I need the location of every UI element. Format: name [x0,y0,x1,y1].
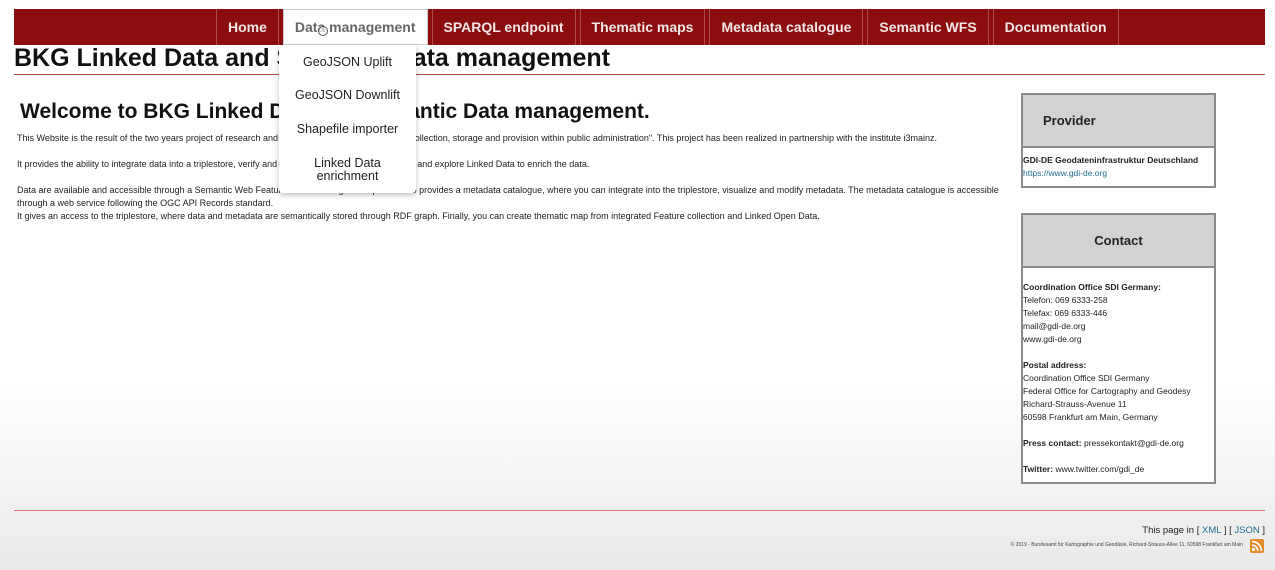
press-label: Press contact: [1023,438,1082,448]
menu-item-geojson-uplift[interactable]: GeoJSON Uplift [279,56,416,69]
press-value[interactable]: pressekontakt@gdi-de.org [1084,438,1184,448]
email-text[interactable]: mail@gdi-de.org [1023,320,1214,333]
nav-item-data-management[interactable]: Data management [282,9,428,45]
format-links: This page in [ XML ] [ JSON ] [1142,525,1265,536]
twitter-value[interactable]: www.twitter.com/gdi_de [1055,464,1144,474]
menu-item-linked-data-enrichment[interactable]: Linked Data enrichment [279,157,416,183]
nav-item-documentation[interactable]: Documentation [992,9,1119,45]
provider-heading: Provider [1023,95,1214,148]
format-bracket: ] [1262,525,1265,536]
triplestore-paragraph: It gives an access to the triplestore, w… [17,211,820,221]
intro-paragraph: This Website is the result of the two ye… [17,133,938,143]
xml-link[interactable]: XML [1202,525,1221,536]
menu-item-geojson-downlift[interactable]: GeoJSON Downlift [279,89,416,102]
json-link[interactable]: JSON [1234,525,1259,536]
provider-link[interactable]: https://www.gdi-de.org [1023,168,1107,178]
menu-item-shapefile-importer[interactable]: Shapefile importer [279,123,416,136]
nav-item-semantic-wfs[interactable]: Semantic WFS [867,9,989,45]
postal-line: Coordination Office SDI Germany [1023,373,1150,383]
provider-box: Provider GDI-DE Geodateninfrastruktur De… [1021,93,1216,188]
title-divider [14,74,1265,75]
top-navigation-bar: Home Data management SPARQL endpoint The… [14,9,1265,45]
postal-line: Richard-Strauss-Avenue 11 [1023,399,1127,409]
postal-line: 60598 Frankfurt am Main, Germany [1023,412,1158,422]
nav-items: Home Data management SPARQL endpoint The… [216,9,1123,45]
nav-item-metadata-catalogue[interactable]: Metadata catalogue [709,9,864,45]
twitter-label: Twitter: [1023,464,1054,474]
web-text[interactable]: www.gdi-de.org [1023,333,1214,346]
rss-feed-icon[interactable] [1250,539,1264,553]
data-management-dropdown-menu: GeoJSON Uplift GeoJSON Downlift Shapefil… [279,45,416,193]
access-paragraph: Data are available and accessible throug… [17,185,999,208]
provider-name: GDI-DE Geodateninfrastruktur Deutschland [1023,155,1199,165]
postal-line: Federal Office for Cartography and Geode… [1023,386,1191,396]
nav-item-sparql-endpoint[interactable]: SPARQL endpoint [431,9,576,45]
contact-heading: Contact [1023,215,1214,268]
fax-text: Telefax: 069 6333-446 [1023,308,1108,318]
nav-item-home[interactable]: Home [216,9,279,45]
copyright-text: © 2019 - Bundesamt für Kartographie und … [1010,542,1243,548]
capabilities-paragraph: It provides the ability to integrate dat… [17,159,590,169]
contact-body: Coordination Office SDI Germany: Telefon… [1023,268,1214,482]
provider-body: GDI-DE Geodateninfrastruktur Deutschland… [1023,148,1214,186]
contact-box: Contact Coordination Office SDI Germany:… [1021,213,1216,484]
format-prefix: This page in [1142,525,1195,536]
phone-text: Telefon: 069 6333-258 [1023,295,1108,305]
office-label: Coordination Office SDI Germany: [1023,282,1161,292]
format-bracket: [ [1196,525,1200,536]
nav-item-thematic-maps[interactable]: Thematic maps [579,9,706,45]
cursor-icon [318,26,328,36]
postal-label: Postal address: [1023,360,1087,370]
format-separator: ] [ [1223,525,1232,536]
footer-divider [14,510,1265,511]
